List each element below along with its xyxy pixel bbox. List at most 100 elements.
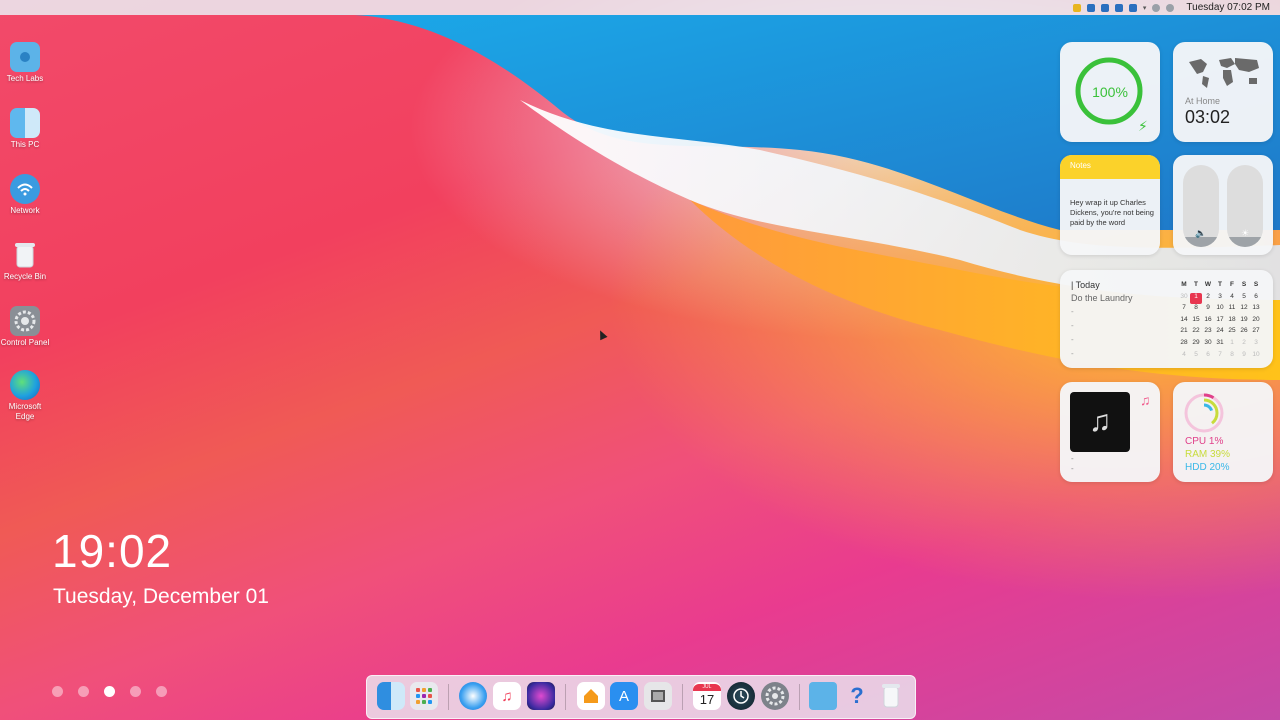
calendar-day[interactable]: 10 bbox=[1214, 304, 1226, 316]
calendar-day[interactable]: 8 bbox=[1190, 304, 1202, 316]
trash-icon[interactable] bbox=[877, 682, 905, 710]
calendar-day[interactable]: 10 bbox=[1250, 351, 1262, 363]
ram-usage: RAM 39% bbox=[1185, 449, 1231, 460]
calendar-day[interactable]: 27 bbox=[1250, 327, 1262, 339]
calendar-day[interactable]: 5 bbox=[1238, 293, 1250, 305]
calendar-day[interactable]: 9 bbox=[1202, 304, 1214, 316]
music-widget[interactable]: ♫ ♫ - - bbox=[1060, 382, 1160, 482]
calendar-day[interactable]: 20 bbox=[1250, 316, 1262, 328]
calendar-day[interactable]: 6 bbox=[1202, 351, 1214, 363]
folder-icon[interactable] bbox=[809, 682, 837, 710]
calendar-day[interactable]: 9 bbox=[1238, 351, 1250, 363]
calendar-day[interactable]: 26 bbox=[1238, 327, 1250, 339]
launchpad-icon[interactable] bbox=[410, 682, 438, 710]
bluetooth-icon[interactable] bbox=[1128, 3, 1137, 12]
calendar-day[interactable]: 23 bbox=[1202, 327, 1214, 339]
folder-icon[interactable] bbox=[1072, 3, 1081, 12]
calendar-day[interactable]: 19 bbox=[1238, 316, 1250, 328]
calendar-day[interactable]: 7 bbox=[1178, 304, 1190, 316]
calendar-day[interactable]: 21 bbox=[1178, 327, 1190, 339]
page-dot-active[interactable] bbox=[104, 686, 115, 697]
calendar-day[interactable]: 5 bbox=[1190, 351, 1202, 363]
calendar-day[interactable]: 3 bbox=[1214, 293, 1226, 305]
calendar-day[interactable]: 4 bbox=[1178, 351, 1190, 363]
notes-title: Notes bbox=[1070, 161, 1091, 170]
app-store-icon[interactable]: A bbox=[610, 682, 638, 710]
menu-bar: ▾ Tuesday 07:02 PM bbox=[0, 0, 1280, 15]
notes-text: Hey wrap it up Charles Dickens, you're n… bbox=[1070, 198, 1154, 227]
time-machine-icon[interactable] bbox=[727, 682, 755, 710]
calendar-day[interactable]: 1 bbox=[1190, 292, 1202, 305]
calendar-day[interactable]: 12 bbox=[1238, 304, 1250, 316]
notes-widget[interactable]: Notes Hey wrap it up Charles Dickens, yo… bbox=[1060, 155, 1160, 255]
calendar-weekday: F bbox=[1230, 281, 1234, 288]
calendar-weekday: T bbox=[1218, 281, 1222, 288]
shield-icon[interactable] bbox=[1086, 3, 1095, 12]
calendar-day[interactable]: 14 bbox=[1178, 316, 1190, 328]
desktop-icon-network[interactable]: Network bbox=[0, 174, 50, 216]
dock-separator bbox=[565, 684, 566, 710]
network-icon[interactable] bbox=[1114, 3, 1123, 12]
world-clock-widget[interactable]: At Home 03:02 bbox=[1173, 42, 1273, 142]
calendar-day[interactable]: 28 bbox=[1178, 339, 1190, 351]
desktop-icon-recycle-bin[interactable]: Recycle Bin bbox=[0, 240, 50, 282]
dock: ♫ A JUL 17 ? bbox=[366, 675, 916, 719]
battery-widget[interactable]: 100% ⚡ bbox=[1060, 42, 1160, 142]
help-icon[interactable]: ? bbox=[843, 682, 871, 710]
calendar-day[interactable]: 4 bbox=[1226, 293, 1238, 305]
preview-icon[interactable] bbox=[644, 682, 672, 710]
calendar-day[interactable]: 24 bbox=[1214, 327, 1226, 339]
calendar-day[interactable]: 11 bbox=[1226, 304, 1238, 316]
calendar-day[interactable]: 6 bbox=[1250, 293, 1262, 305]
calendar-day[interactable]: 2 bbox=[1202, 293, 1214, 305]
globe-icon[interactable] bbox=[1152, 3, 1161, 12]
chevron-down-icon[interactable]: ▾ bbox=[1143, 4, 1147, 12]
calendar-weekday: T bbox=[1194, 281, 1198, 288]
calendar-day[interactable]: 16 bbox=[1202, 316, 1214, 328]
speaker-icon[interactable] bbox=[1166, 3, 1175, 12]
page-dot[interactable] bbox=[52, 686, 63, 697]
calendar-icon[interactable]: JUL 17 bbox=[693, 682, 721, 710]
battery-percent: 100% bbox=[1092, 84, 1128, 100]
calendar-day[interactable]: 7 bbox=[1214, 351, 1226, 363]
brightness-icon: ☀ bbox=[1240, 228, 1250, 238]
desktop-icon-this-pc[interactable]: This PC bbox=[0, 108, 50, 150]
calendar-day[interactable]: 18 bbox=[1226, 316, 1238, 328]
mouse-cursor bbox=[596, 328, 608, 341]
home-icon[interactable] bbox=[577, 682, 605, 710]
desktop-icon-tech-labs[interactable]: Tech Labs bbox=[0, 42, 50, 84]
calendar-dash: - bbox=[1071, 335, 1074, 344]
menu-clock[interactable]: Tuesday 07:02 PM bbox=[1186, 2, 1270, 13]
resources-widget[interactable]: CPU 1% RAM 39% HDD 20% bbox=[1173, 382, 1273, 482]
calendar-day[interactable]: 31 bbox=[1214, 339, 1226, 351]
calendar-day[interactable]: 2 bbox=[1238, 339, 1250, 351]
safari-icon[interactable] bbox=[459, 682, 487, 710]
album-art: ♫ bbox=[1070, 392, 1130, 452]
brightness-slider[interactable]: ☀ bbox=[1227, 165, 1263, 247]
desktop-icon-edge[interactable]: Microsoft Edge bbox=[0, 370, 50, 422]
desktop-icon-control-panel[interactable]: Control Panel bbox=[0, 306, 50, 348]
finder-icon[interactable] bbox=[377, 682, 405, 710]
calendar-day[interactable]: 30 bbox=[1178, 293, 1190, 305]
page-dot[interactable] bbox=[78, 686, 89, 697]
calendar-day[interactable]: 17 bbox=[1214, 316, 1226, 328]
calendar-day[interactable]: 1 bbox=[1226, 339, 1238, 351]
page-dot[interactable] bbox=[156, 686, 167, 697]
system-preferences-icon[interactable] bbox=[761, 682, 789, 710]
calendar-day[interactable]: 8 bbox=[1226, 351, 1238, 363]
clock-time: 19:02 bbox=[52, 525, 173, 577]
calendar-day[interactable]: 15 bbox=[1190, 316, 1202, 328]
calendar-day[interactable]: 25 bbox=[1226, 327, 1238, 339]
siri-icon[interactable] bbox=[527, 682, 555, 710]
shield-icon[interactable] bbox=[1100, 3, 1109, 12]
music-icon[interactable]: ♫ bbox=[493, 682, 521, 710]
calendar-day[interactable]: 13 bbox=[1250, 304, 1262, 316]
calendar-day[interactable]: 29 bbox=[1190, 339, 1202, 351]
calendar-day[interactable]: 22 bbox=[1190, 327, 1202, 339]
calendar-day[interactable]: 3 bbox=[1250, 339, 1262, 351]
track-title: - bbox=[1071, 454, 1074, 463]
volume-slider[interactable]: 🔈 bbox=[1183, 165, 1219, 247]
calendar-widget[interactable]: | Today Do the Laundry - - - - M T W T F S S 30… bbox=[1060, 270, 1273, 368]
page-dot[interactable] bbox=[130, 686, 141, 697]
calendar-day[interactable]: 30 bbox=[1202, 339, 1214, 351]
